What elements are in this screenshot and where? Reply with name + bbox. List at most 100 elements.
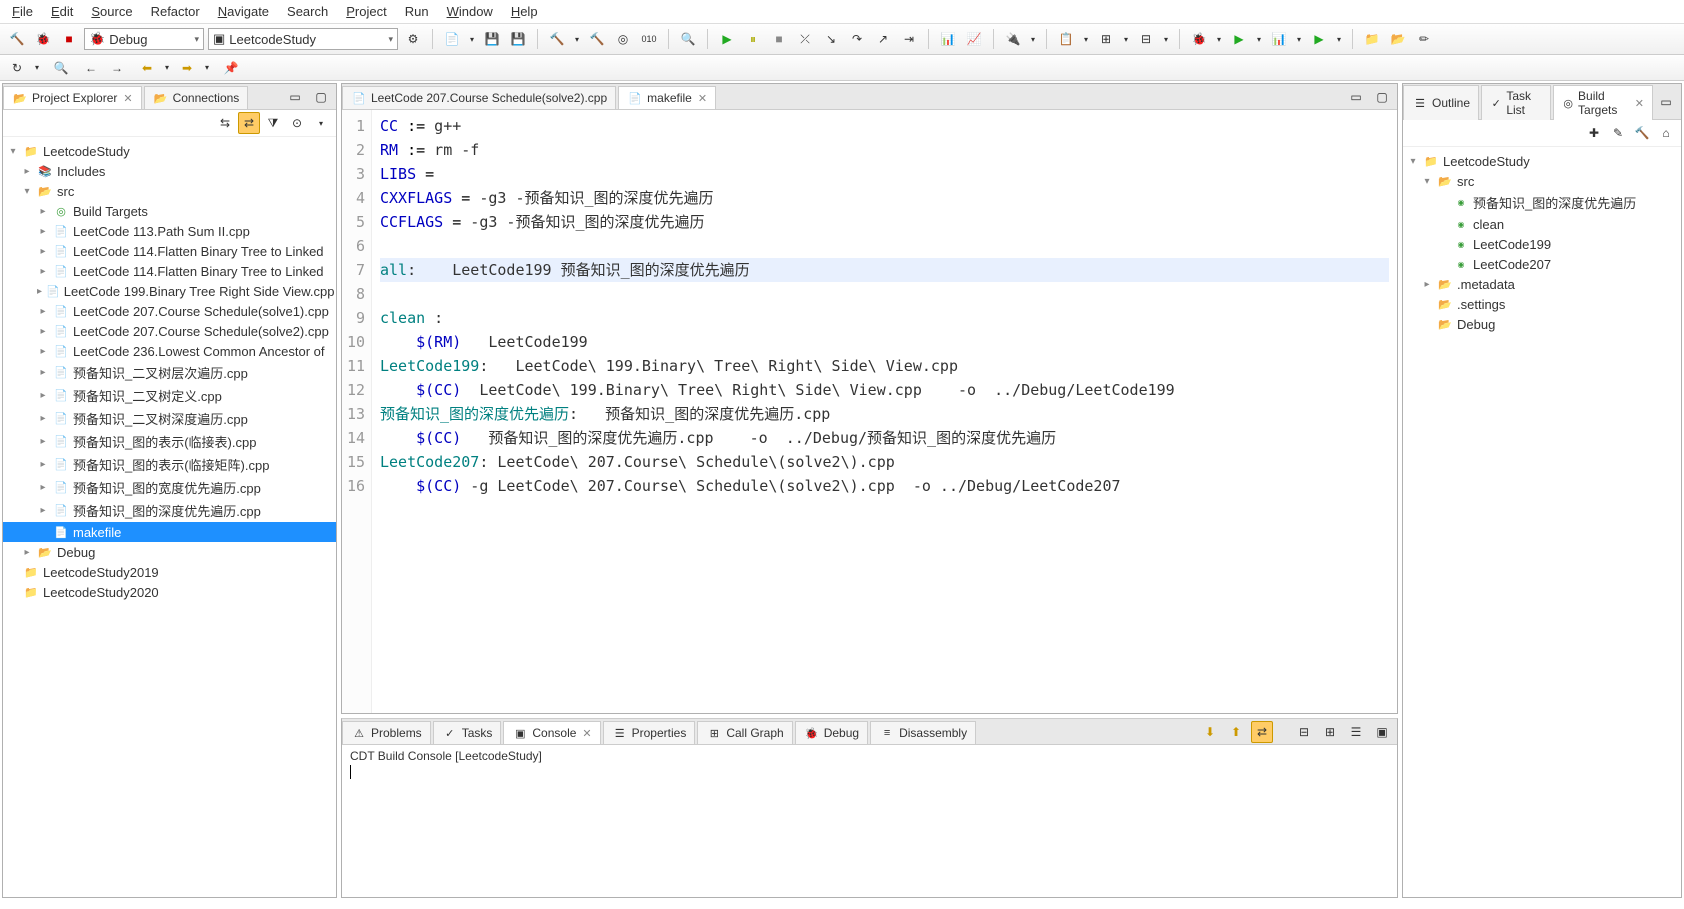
tab-problems[interactable]: ⚠Problems: [342, 721, 431, 744]
debug-icon[interactable]: 🐞: [32, 28, 54, 50]
build-all-icon[interactable]: 🔨: [586, 28, 608, 50]
menu-icon[interactable]: ▾: [310, 112, 332, 134]
target-item[interactable]: 📂Debug: [1403, 314, 1681, 334]
dd-icon[interactable]: ▾: [1081, 28, 1091, 50]
disconnect-icon[interactable]: ⤫: [794, 28, 816, 50]
tree-item[interactable]: ▸◎Build Targets: [3, 201, 336, 221]
launch-config-dropdown[interactable]: ▣ LeetcodeStudy ▾: [208, 28, 398, 50]
maximize-icon[interactable]: ▢: [310, 86, 332, 108]
editor-tab[interactable]: 📄LeetCode 207.Course Schedule(solve2).cp…: [342, 86, 616, 109]
menu-source[interactable]: Source: [91, 4, 132, 19]
ext-run-icon[interactable]: ▶: [1308, 28, 1330, 50]
tree-item[interactable]: ▸📄LeetCode 114.Flatten Binary Tree to Li…: [3, 261, 336, 281]
tab-outline[interactable]: ☰Outline: [1403, 85, 1479, 120]
focus-icon[interactable]: ⊙: [286, 112, 308, 134]
dd-icon[interactable]: ▾: [202, 57, 212, 79]
tree-item[interactable]: ▸📄LeetCode 207.Course Schedule(solve2).c…: [3, 321, 336, 341]
tab-connections[interactable]: 📂Connections: [144, 86, 249, 109]
dd-icon[interactable]: ▾: [1334, 28, 1344, 50]
debug-run-icon[interactable]: 🐞: [1188, 28, 1210, 50]
tree-item[interactable]: ▸📄预备知识_图的深度优先遍历.cpp: [3, 499, 336, 522]
tab-properties[interactable]: ☰Properties: [603, 721, 696, 744]
menu-file[interactable]: File: [12, 4, 33, 19]
minimize-icon[interactable]: ▭: [284, 86, 306, 108]
target-icon[interactable]: ◎: [612, 28, 634, 50]
target-item[interactable]: ▾📁LeetcodeStudy: [1403, 151, 1681, 171]
collapse-icon[interactable]: ⇆: [214, 112, 236, 134]
project-tree[interactable]: ▾📁LeetcodeStudy▸📚Includes▾📂src▸◎Build Ta…: [3, 137, 336, 897]
profile-icon[interactable]: 📊: [937, 28, 959, 50]
target-item[interactable]: 📂.settings: [1403, 294, 1681, 314]
tab-build-targets[interactable]: ◎Build Targets ✕: [1553, 85, 1653, 120]
dd-icon[interactable]: ▾: [162, 57, 172, 79]
dd-icon[interactable]: ▾: [1121, 28, 1131, 50]
menu-refactor[interactable]: Refactor: [151, 4, 200, 19]
menu-run[interactable]: Run: [405, 4, 429, 19]
tree-item[interactable]: 📄makefile: [3, 522, 336, 542]
terminate-icon[interactable]: ■: [768, 28, 790, 50]
tab-debug[interactable]: 🐞Debug: [795, 721, 868, 744]
stop-icon[interactable]: ■: [58, 28, 80, 50]
link-icon[interactable]: ⇄: [238, 112, 260, 134]
target-item[interactable]: ▾📂src: [1403, 171, 1681, 191]
target-item[interactable]: ◉LeetCode199: [1403, 234, 1681, 254]
dd-icon[interactable]: ▾: [1254, 28, 1264, 50]
tab-disassembly[interactable]: ≡Disassembly: [870, 721, 976, 744]
back-icon[interactable]: ⬅: [136, 57, 158, 79]
dd-icon[interactable]: ▾: [1294, 28, 1304, 50]
stepinto-icon[interactable]: ↘: [820, 28, 842, 50]
folder-icon[interactable]: 📁: [1361, 28, 1383, 50]
folder2-icon[interactable]: 📂: [1387, 28, 1409, 50]
prev-icon[interactable]: ←: [80, 57, 102, 79]
saveall-icon[interactable]: 💾: [507, 28, 529, 50]
tree-item[interactable]: ▸📄预备知识_二叉树层次遍历.cpp: [3, 361, 336, 384]
perspective2-icon[interactable]: ⊟: [1135, 28, 1157, 50]
menu-search[interactable]: Search: [287, 4, 328, 19]
tab-tasks[interactable]: ✓Tasks: [433, 721, 502, 744]
tree-item[interactable]: 📁LeetcodeStudy2019: [3, 562, 336, 582]
minimize-icon[interactable]: ▭: [1655, 91, 1677, 113]
dd-icon[interactable]: ▾: [32, 57, 42, 79]
tree-item[interactable]: ▸📄预备知识_图的表示(临接矩阵).cpp: [3, 453, 336, 476]
build-icon[interactable]: 🔨: [546, 28, 568, 50]
maximize-icon[interactable]: ▢: [1371, 86, 1393, 108]
target-item[interactable]: ◉LeetCode207: [1403, 254, 1681, 274]
code-editor[interactable]: 12345678910111213141516 CC := g++RM := r…: [342, 110, 1397, 713]
tree-item[interactable]: ▸📄LeetCode 199.Binary Tree Right Side Vi…: [3, 281, 336, 301]
menu-window[interactable]: Window: [447, 4, 493, 19]
target-item[interactable]: ▸📂.metadata: [1403, 274, 1681, 294]
clear-icon[interactable]: ⊟: [1293, 721, 1315, 743]
binary-icon[interactable]: 010: [638, 28, 660, 50]
tree-item[interactable]: ▾📁LeetcodeStudy: [3, 141, 336, 161]
new-icon[interactable]: 📄: [441, 28, 463, 50]
gear-icon[interactable]: ⚙: [402, 28, 424, 50]
display-icon[interactable]: ⊞: [1319, 721, 1341, 743]
tab-project-explorer[interactable]: 📂Project Explorer ✕: [3, 86, 142, 109]
tree-item[interactable]: ▾📂src: [3, 181, 336, 201]
newconn-icon[interactable]: 🔌: [1002, 28, 1024, 50]
restart-icon[interactable]: ↻: [6, 57, 28, 79]
scroll-lock-icon[interactable]: ⇄: [1251, 721, 1273, 743]
close-icon[interactable]: ✕: [1635, 97, 1644, 110]
tree-item[interactable]: ▸📄预备知识_图的宽度优先遍历.cpp: [3, 476, 336, 499]
tree-item[interactable]: ▸📄预备知识_图的表示(临接表).cpp: [3, 430, 336, 453]
up-icon[interactable]: ⬆: [1225, 721, 1247, 743]
dd-icon[interactable]: ▾: [1214, 28, 1224, 50]
tab-console[interactable]: ▣Console ✕: [503, 721, 600, 744]
hammer-icon[interactable]: 🔨: [6, 28, 28, 50]
dd-icon[interactable]: ▾: [572, 28, 582, 50]
wand-icon[interactable]: ✏: [1413, 28, 1435, 50]
code-area[interactable]: CC := g++RM := rm -fLIBS =CXXFLAGS = -g3…: [372, 110, 1397, 713]
dd-icon[interactable]: ▾: [1028, 28, 1038, 50]
tree-item[interactable]: ▸📚Includes: [3, 161, 336, 181]
cheatsheet-icon[interactable]: 📋: [1055, 28, 1077, 50]
tree-item[interactable]: ▸📄LeetCode 113.Path Sum II.cpp: [3, 221, 336, 241]
suspend-icon[interactable]: ⏸: [742, 28, 764, 50]
forward-icon[interactable]: ➡: [176, 57, 198, 79]
filter-icon[interactable]: ⧩: [262, 112, 284, 134]
tree-item[interactable]: 📁LeetcodeStudy2020: [3, 582, 336, 602]
stepover-icon[interactable]: ↷: [846, 28, 868, 50]
add-target-icon[interactable]: ✚: [1583, 122, 1605, 144]
menu-navigate[interactable]: Navigate: [218, 4, 269, 19]
tree-item[interactable]: ▸📄LeetCode 207.Course Schedule(solve1).c…: [3, 301, 336, 321]
